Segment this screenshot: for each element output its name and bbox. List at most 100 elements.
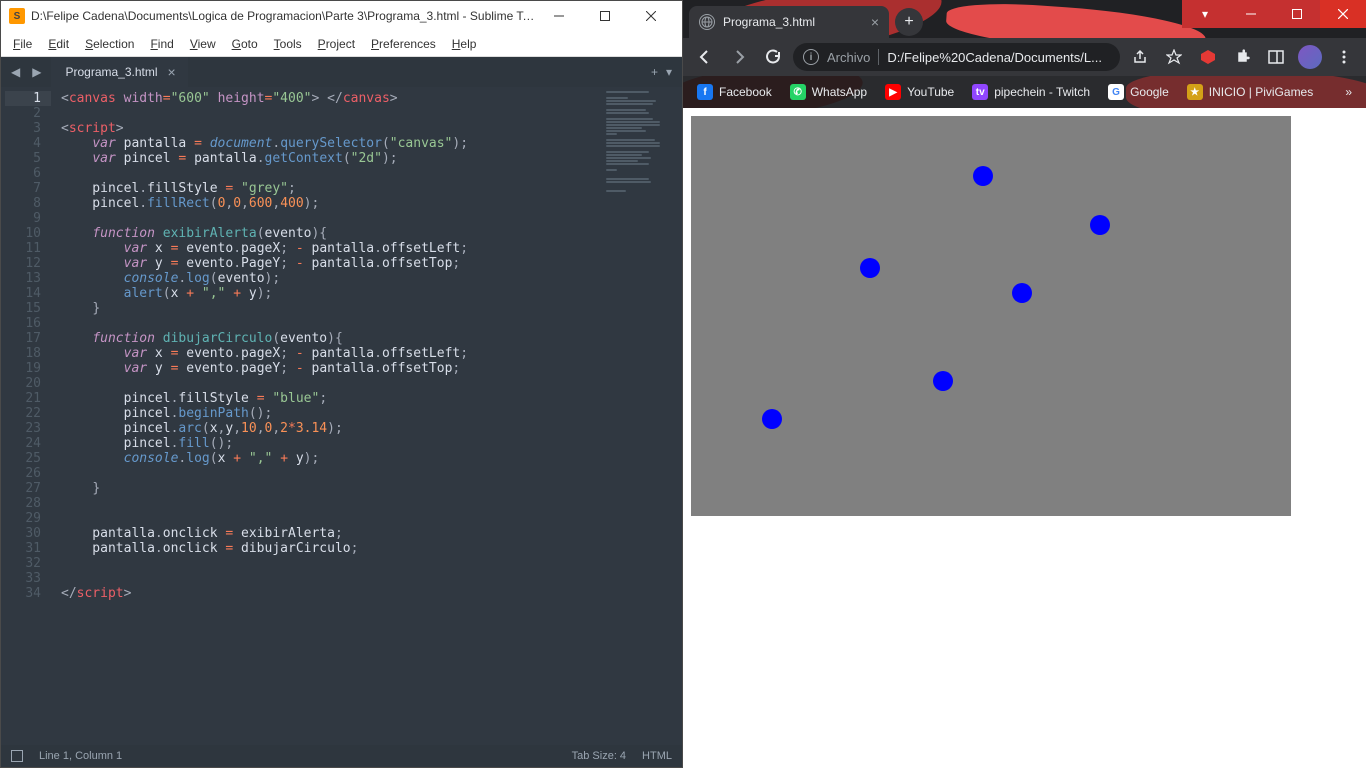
code-line[interactable] xyxy=(61,496,602,511)
line-number[interactable]: 34 xyxy=(5,586,41,601)
code-line[interactable]: var pincel = pantalla.getContext("2d"); xyxy=(61,151,602,166)
line-number[interactable]: 12 xyxy=(5,256,41,271)
code-line[interactable] xyxy=(61,166,602,181)
tab-menu-icon[interactable]: ▾ xyxy=(666,65,672,79)
ext-pill-icon[interactable]: ▾ xyxy=(1182,0,1228,28)
line-number[interactable]: 15 xyxy=(5,301,41,316)
line-number[interactable]: 11 xyxy=(5,241,41,256)
browser-tab[interactable]: Programa_3.html × xyxy=(689,6,889,38)
code-line[interactable]: var y = evento.PageY; - pantalla.offsetT… xyxy=(61,256,602,271)
line-gutter[interactable]: 1234567891011121314151617181920212223242… xyxy=(1,87,51,745)
code-line[interactable]: pincel.fillStyle = "blue"; xyxy=(61,391,602,406)
status-language[interactable]: HTML xyxy=(642,750,672,762)
line-number[interactable]: 5 xyxy=(5,151,41,166)
tab-close-icon[interactable]: × xyxy=(871,14,879,30)
line-number[interactable]: 21 xyxy=(5,391,41,406)
bookmark-youtube[interactable]: ▶YouTube xyxy=(877,80,962,104)
extension-adblock-icon[interactable] xyxy=(1194,43,1222,71)
line-number[interactable]: 1 xyxy=(5,91,51,106)
profile-button[interactable] xyxy=(1296,43,1324,71)
maximize-button[interactable] xyxy=(582,1,628,31)
code-line[interactable]: pantalla.onclick = exibirAlerta; xyxy=(61,526,602,541)
line-number[interactable]: 27 xyxy=(5,481,41,496)
code-line[interactable]: pincel.beginPath(); xyxy=(61,406,602,421)
line-number[interactable]: 14 xyxy=(5,286,41,301)
line-number[interactable]: 6 xyxy=(5,166,41,181)
line-number[interactable]: 24 xyxy=(5,436,41,451)
nav-back-icon[interactable]: ◀ xyxy=(7,63,24,81)
line-number[interactable]: 4 xyxy=(5,136,41,151)
line-number[interactable]: 2 xyxy=(5,106,41,121)
address-bar[interactable]: i Archivo D:/Felipe%20Cadena/Documents/L… xyxy=(793,43,1120,71)
line-number[interactable]: 13 xyxy=(5,271,41,286)
status-tabsize[interactable]: Tab Size: 4 xyxy=(572,750,626,762)
extensions-button[interactable] xyxy=(1228,43,1256,71)
line-number[interactable]: 3 xyxy=(5,121,41,136)
bookmark-facebook[interactable]: fFacebook xyxy=(689,80,780,104)
code-area[interactable]: <canvas width="600" height="400"> </canv… xyxy=(51,87,602,745)
new-tab-button[interactable]: + xyxy=(895,8,923,36)
new-tab-icon[interactable]: + xyxy=(651,65,658,79)
line-number[interactable]: 7 xyxy=(5,181,41,196)
menu-button[interactable] xyxy=(1330,43,1358,71)
bookmarks-overflow-button[interactable]: » xyxy=(1337,81,1360,103)
menu-tools[interactable]: Tools xyxy=(266,33,310,55)
code-line[interactable]: console.log(evento); xyxy=(61,271,602,286)
line-number[interactable]: 16 xyxy=(5,316,41,331)
menu-find[interactable]: Find xyxy=(142,33,181,55)
sublime-titlebar[interactable]: S D:\Felipe Cadena\Documents\Logica de P… xyxy=(1,1,682,31)
code-line[interactable] xyxy=(61,106,602,121)
code-line[interactable]: </script> xyxy=(61,586,602,601)
close-button[interactable] xyxy=(628,1,674,31)
minimize-button[interactable] xyxy=(1228,0,1274,28)
bookmark-star-button[interactable] xyxy=(1160,43,1188,71)
line-number[interactable]: 19 xyxy=(5,361,41,376)
menu-goto[interactable]: Goto xyxy=(224,33,266,55)
code-line[interactable]: var x = evento.pageX; - pantalla.offsetL… xyxy=(61,346,602,361)
line-number[interactable]: 25 xyxy=(5,451,41,466)
code-line[interactable]: <script> xyxy=(61,121,602,136)
forward-button[interactable] xyxy=(725,43,753,71)
menu-selection[interactable]: Selection xyxy=(77,33,142,55)
code-line[interactable]: function dibujarCirculo(evento){ xyxy=(61,331,602,346)
tab-close-icon[interactable]: × xyxy=(168,64,176,80)
code-line[interactable] xyxy=(61,376,602,391)
nav-forward-icon[interactable]: ▶ xyxy=(28,63,45,81)
line-number[interactable]: 29 xyxy=(5,511,41,526)
code-line[interactable] xyxy=(61,316,602,331)
back-button[interactable] xyxy=(691,43,719,71)
bookmark-pipechein-twitch[interactable]: tvpipechein - Twitch xyxy=(964,80,1098,104)
code-line[interactable] xyxy=(61,511,602,526)
code-line[interactable]: pincel.arc(x,y,10,0,2*3.14); xyxy=(61,421,602,436)
line-number[interactable]: 18 xyxy=(5,346,41,361)
line-number[interactable]: 22 xyxy=(5,406,41,421)
minimize-button[interactable] xyxy=(536,1,582,31)
line-number[interactable]: 28 xyxy=(5,496,41,511)
code-line[interactable] xyxy=(61,571,602,586)
code-line[interactable]: } xyxy=(61,301,602,316)
menu-preferences[interactable]: Preferences xyxy=(363,33,444,55)
bookmark-inicio-pivigames[interactable]: ★INICIO | PiviGames xyxy=(1179,80,1321,104)
code-line[interactable]: pincel.fill(); xyxy=(61,436,602,451)
line-number[interactable]: 26 xyxy=(5,466,41,481)
code-line[interactable]: } xyxy=(61,481,602,496)
code-line[interactable]: var pantalla = document.querySelector("c… xyxy=(61,136,602,151)
reload-button[interactable] xyxy=(759,43,787,71)
menu-help[interactable]: Help xyxy=(444,33,485,55)
minimap[interactable] xyxy=(602,87,682,745)
code-line[interactable]: var y = evento.pageY; - pantalla.offsetT… xyxy=(61,361,602,376)
code-line[interactable] xyxy=(61,556,602,571)
menu-edit[interactable]: Edit xyxy=(40,33,77,55)
code-line[interactable]: alert(x + "," + y); xyxy=(61,286,602,301)
code-line[interactable]: var x = evento.pageX; - pantalla.offsetL… xyxy=(61,241,602,256)
status-panel-icon[interactable] xyxy=(11,750,23,762)
code-line[interactable]: pantalla.onclick = dibujarCirculo; xyxy=(61,541,602,556)
line-number[interactable]: 20 xyxy=(5,376,41,391)
line-number[interactable]: 23 xyxy=(5,421,41,436)
code-line[interactable]: <canvas width="600" height="400"> </canv… xyxy=(61,91,602,106)
share-button[interactable] xyxy=(1126,43,1154,71)
code-line[interactable]: console.log(x + "," + y); xyxy=(61,451,602,466)
site-info-icon[interactable]: i xyxy=(803,49,819,65)
code-line[interactable] xyxy=(61,211,602,226)
reading-list-icon[interactable] xyxy=(1262,43,1290,71)
